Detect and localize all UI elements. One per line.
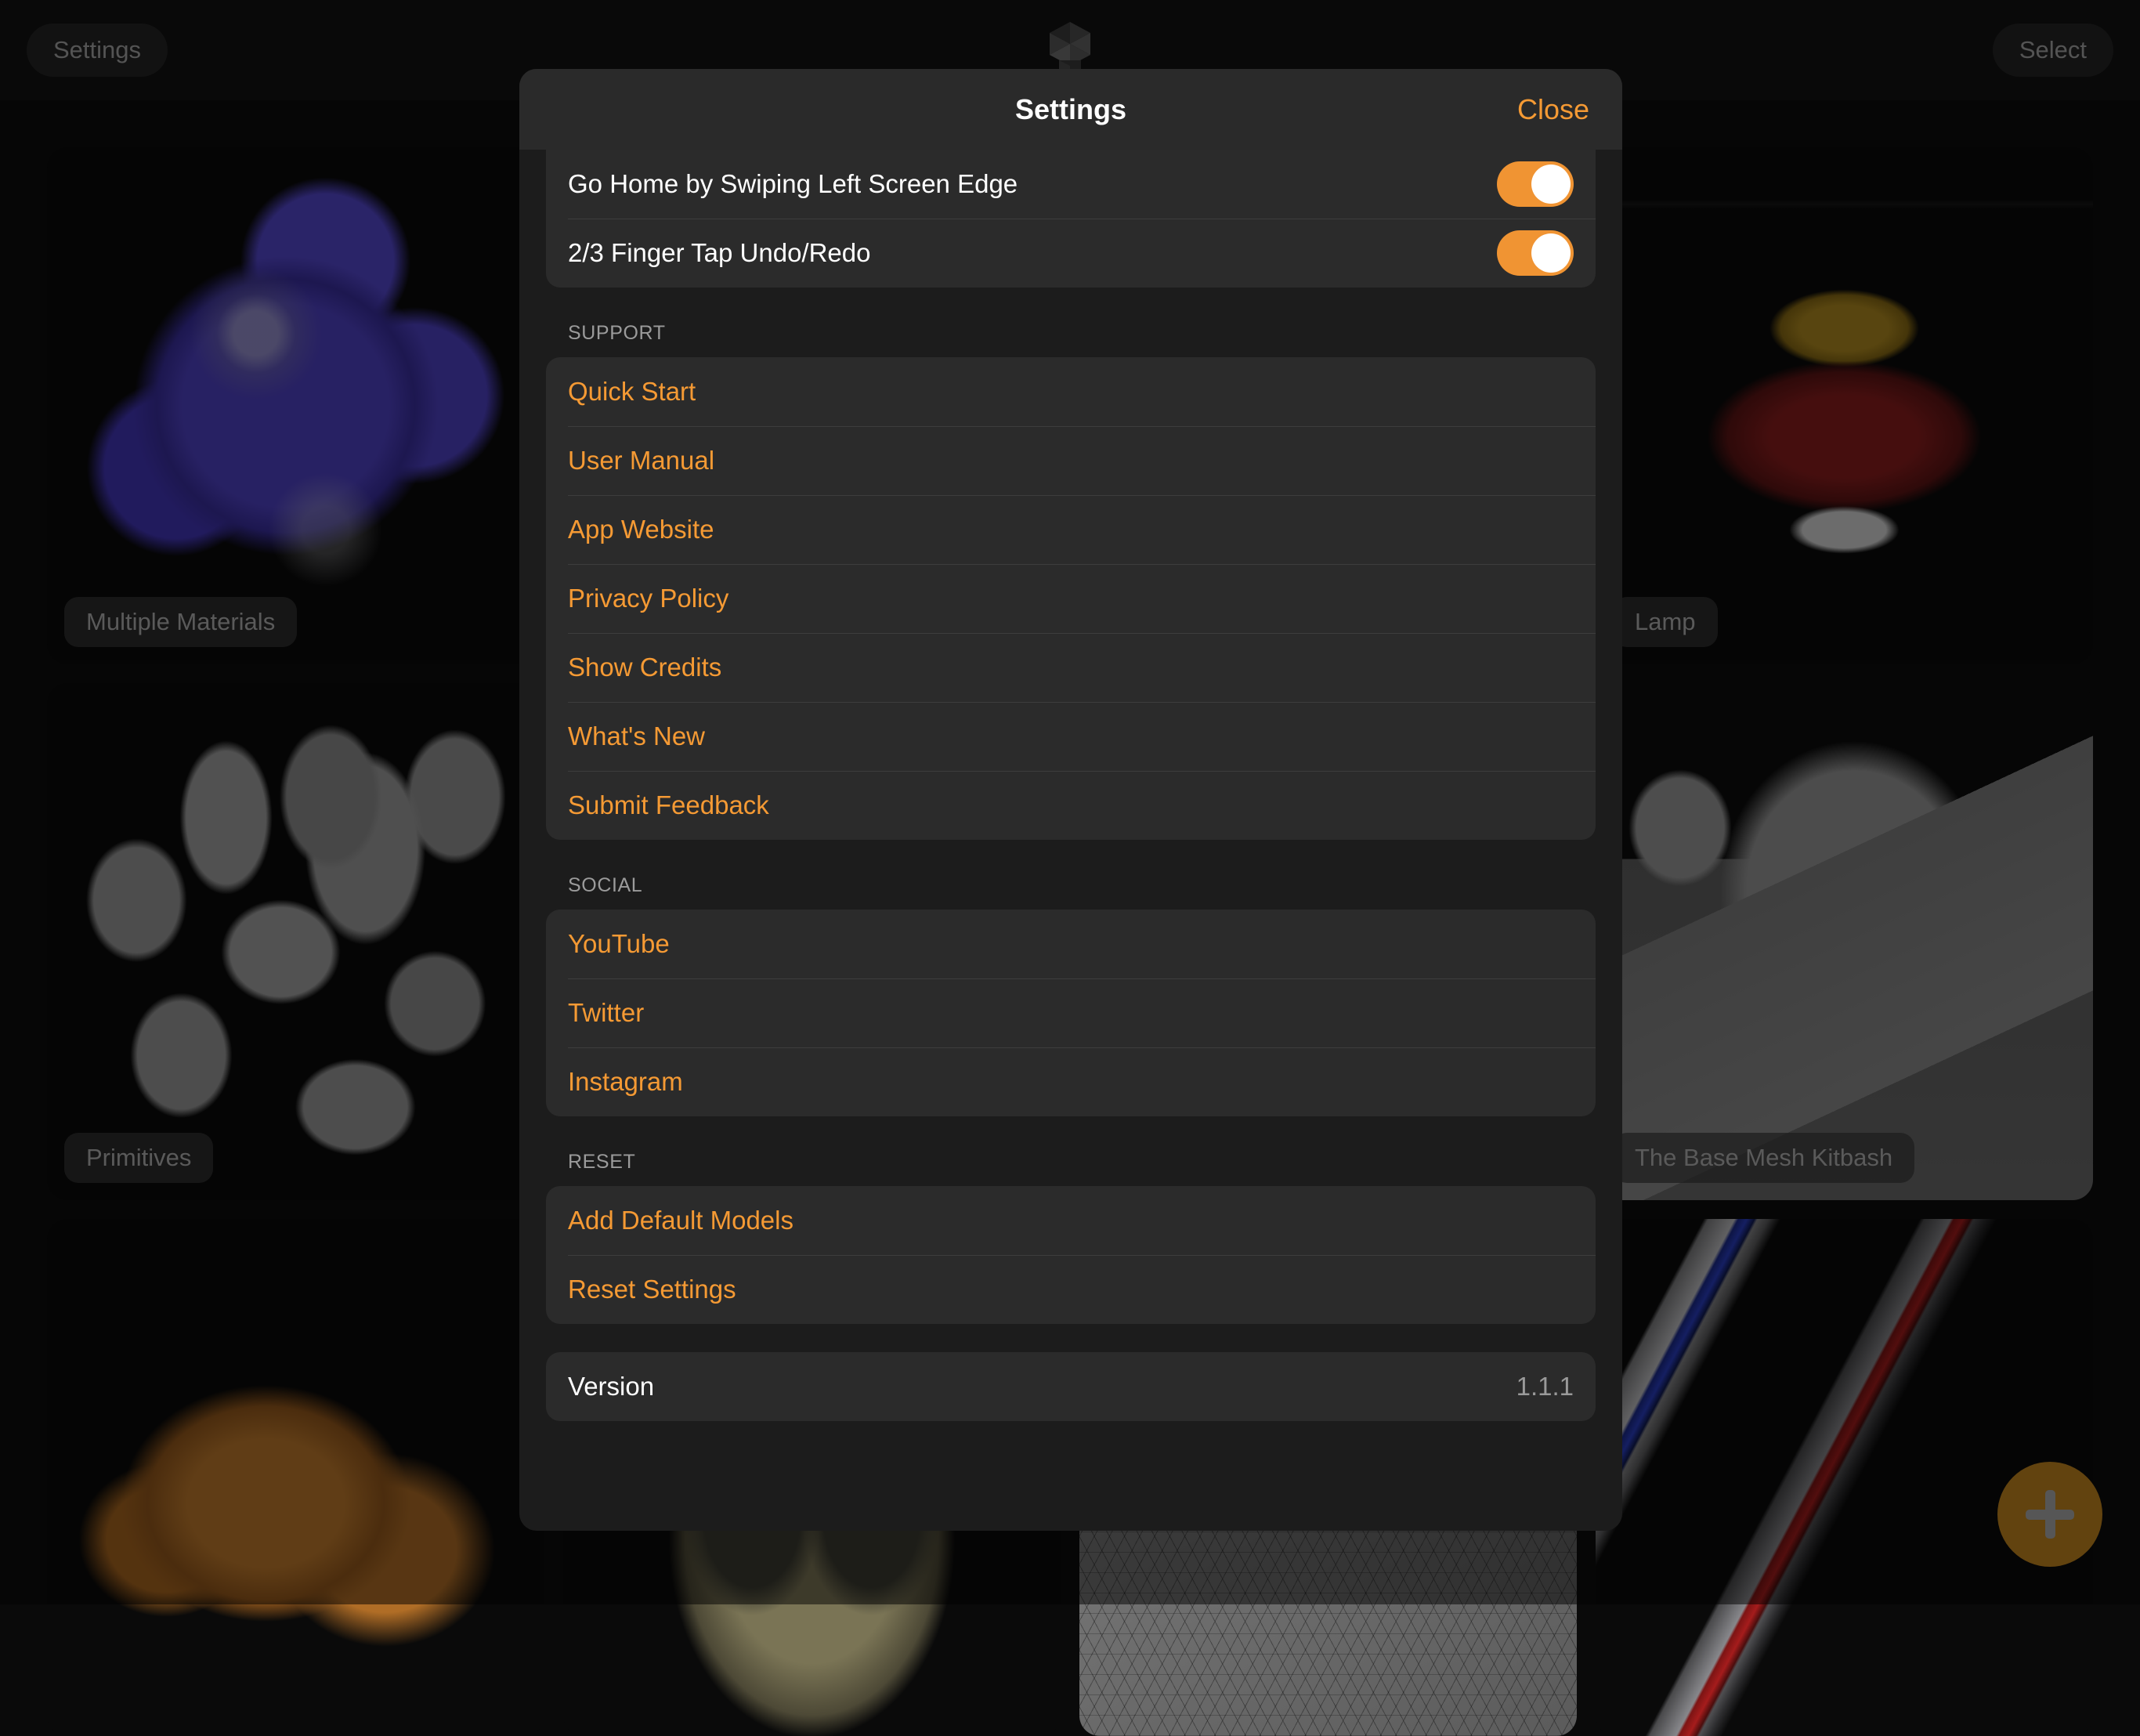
setting-label: 2/3 Finger Tap Undo/Redo — [568, 238, 870, 268]
link-row-twitter[interactable]: Twitter — [546, 978, 1596, 1047]
support-group: Quick Start User Manual App Website Priv… — [546, 357, 1596, 840]
link-row-quick-start[interactable]: Quick Start — [546, 357, 1596, 426]
link-row-reset-settings[interactable]: Reset Settings — [546, 1255, 1596, 1324]
link-row-youtube[interactable]: YouTube — [546, 910, 1596, 978]
section-header-social: SOCIAL — [519, 840, 1622, 910]
spacer — [519, 1324, 1622, 1352]
toggle-knob — [1531, 233, 1571, 273]
link-row-add-default-models[interactable]: Add Default Models — [546, 1186, 1596, 1255]
link-row-submit-feedback[interactable]: Submit Feedback — [546, 771, 1596, 840]
link-label: Reset Settings — [568, 1275, 736, 1304]
version-label: Version — [568, 1372, 654, 1401]
gestures-group: Go Home by Swiping Left Screen Edge 2/3 … — [546, 150, 1596, 288]
link-row-instagram[interactable]: Instagram — [546, 1047, 1596, 1116]
link-row-privacy-policy[interactable]: Privacy Policy — [546, 564, 1596, 633]
link-label: App Website — [568, 515, 714, 544]
settings-modal: Settings Close Go Home by Swiping Left S… — [519, 69, 1622, 1531]
link-label: Quick Start — [568, 377, 696, 407]
reset-group: Add Default Models Reset Settings — [546, 1186, 1596, 1324]
toggle-knob — [1531, 165, 1571, 204]
setting-label: Go Home by Swiping Left Screen Edge — [568, 169, 1018, 199]
link-label: Submit Feedback — [568, 790, 769, 820]
social-group: YouTube Twitter Instagram — [546, 910, 1596, 1116]
link-label: Twitter — [568, 998, 644, 1028]
modal-title: Settings — [1015, 93, 1126, 126]
link-row-app-website[interactable]: App Website — [546, 495, 1596, 564]
section-header-reset: RESET — [519, 1116, 1622, 1186]
link-label: Add Default Models — [568, 1206, 793, 1235]
section-header-support: SUPPORT — [519, 288, 1622, 357]
link-label: YouTube — [568, 929, 670, 959]
close-button[interactable]: Close — [1517, 93, 1589, 126]
link-label: User Manual — [568, 446, 714, 476]
setting-row-go-home[interactable]: Go Home by Swiping Left Screen Edge — [546, 150, 1596, 219]
link-row-user-manual[interactable]: User Manual — [546, 426, 1596, 495]
setting-row-finger-tap[interactable]: 2/3 Finger Tap Undo/Redo — [546, 219, 1596, 288]
version-value: 1.1.1 — [1516, 1372, 1574, 1401]
link-label: Privacy Policy — [568, 584, 728, 613]
version-group: Version 1.1.1 — [546, 1352, 1596, 1421]
link-row-whats-new[interactable]: What's New — [546, 702, 1596, 771]
modal-header: Settings Close — [519, 69, 1622, 150]
settings-list[interactable]: Go Home by Swiping Left Screen Edge 2/3 … — [519, 150, 1622, 1531]
link-label: What's New — [568, 722, 705, 751]
link-row-show-credits[interactable]: Show Credits — [546, 633, 1596, 702]
link-label: Instagram — [568, 1067, 683, 1097]
version-row: Version 1.1.1 — [546, 1352, 1596, 1421]
link-label: Show Credits — [568, 653, 721, 682]
toggle-finger-tap[interactable] — [1497, 230, 1574, 276]
toggle-go-home[interactable] — [1497, 161, 1574, 207]
